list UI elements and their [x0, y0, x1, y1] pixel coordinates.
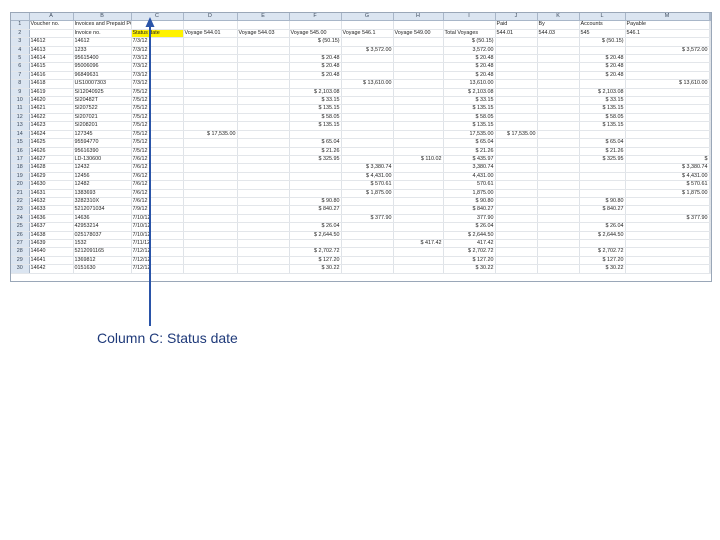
- arrow-head: [145, 17, 155, 27]
- pointer-arrow: [145, 17, 155, 326]
- caption-column-c: Column C: Status date: [97, 330, 238, 346]
